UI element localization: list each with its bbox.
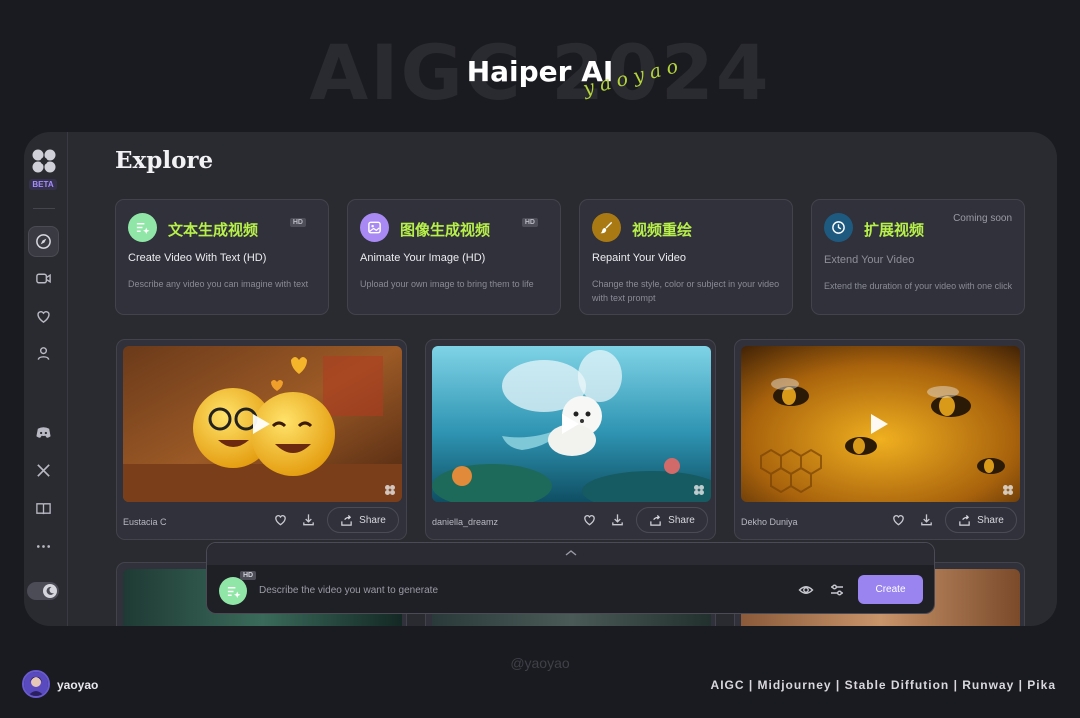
like-heart-icon[interactable] [273, 512, 288, 527]
prompt-input[interactable] [259, 579, 779, 601]
share-icon [650, 514, 661, 526]
chevron-up-icon[interactable] [565, 549, 577, 557]
video-author[interactable]: Eustacia C [123, 517, 167, 527]
sidebar-item-profile[interactable] [28, 338, 59, 369]
hd-badge: HD [289, 218, 306, 227]
hd-badge: HD [521, 218, 538, 227]
sidebar-divider [33, 208, 55, 209]
clock-icon [832, 221, 845, 234]
theme-knob [43, 584, 57, 598]
feature-title-cn: 图像生成视频 [400, 221, 491, 239]
like-heart-icon[interactable] [891, 512, 906, 527]
download-icon[interactable] [301, 512, 316, 527]
share-button[interactable]: Share [945, 507, 1017, 533]
image-icon [368, 221, 381, 234]
feature-icon [824, 213, 853, 242]
settings-sliders-icon[interactable] [829, 582, 845, 598]
play-icon[interactable] [871, 414, 888, 434]
sidebar-item-more[interactable] [28, 531, 59, 562]
tags-line: AIGC | Midjourney | Stable Diffution | R… [710, 678, 1056, 692]
page-title: Explore [115, 147, 214, 174]
feature-icon [360, 213, 389, 242]
text-sparkle-icon [227, 586, 241, 598]
text-to-video-mode-button[interactable] [219, 577, 247, 605]
like-heart-icon[interactable] [582, 512, 597, 527]
video-author[interactable]: Dekho Duniya [741, 517, 798, 527]
video-thumbnail[interactable] [432, 346, 711, 502]
feature-title-cn: 文本生成视频 [168, 221, 259, 239]
video-thumbnail[interactable] [741, 346, 1020, 502]
feature-card-extend-video[interactable]: 扩展视频 Coming soon Extend Your Video Exten… [811, 199, 1025, 315]
video-card[interactable]: daniella_dreamz Share [425, 339, 716, 540]
feature-description: Upload your own image to bring them to l… [360, 279, 534, 289]
haiper-logo-icon[interactable] [31, 148, 57, 174]
sidebar-item-favorites[interactable] [28, 301, 59, 332]
app-window: BETA Explore 文本生成视频 HD Create Video With… [24, 132, 1057, 626]
share-button[interactable]: Share [327, 507, 399, 533]
haiper-watermark-icon [694, 485, 704, 495]
feature-title-cn: 扩展视频 [864, 221, 925, 239]
video-card[interactable]: Eustacia C Share [116, 339, 407, 540]
share-label: Share [359, 514, 386, 526]
haiper-watermark-icon [385, 485, 395, 495]
feature-description: Describe any video you can imagine with … [128, 279, 309, 289]
heart-icon [37, 310, 50, 324]
share-icon [959, 514, 970, 526]
video-card[interactable]: Dekho Duniya Share [734, 339, 1025, 540]
create-button[interactable]: Create [858, 575, 923, 604]
sidebar-item-explore[interactable] [28, 226, 59, 257]
more-icon [36, 545, 51, 548]
video-thumbnail[interactable] [123, 346, 402, 502]
sidebar-item-docs[interactable] [28, 493, 59, 524]
moon-icon [46, 586, 54, 595]
share-label: Share [668, 514, 695, 526]
author-name: yaoyao [57, 678, 99, 692]
hd-badge: HD [240, 571, 257, 580]
sidebar-item-videos[interactable] [28, 263, 59, 294]
sidebar: BETA [24, 132, 68, 626]
feature-title-en: Extend Your Video [824, 254, 915, 266]
eye-icon[interactable] [798, 582, 814, 598]
feature-description: Extend the duration of your video with o… [824, 281, 1013, 291]
x-logo-icon [37, 464, 50, 477]
poster-title: Haiper AI [466, 55, 614, 88]
beta-badge: BETA [29, 179, 57, 190]
feature-icon [128, 213, 157, 242]
feature-card-repaint-video[interactable]: 视频重绘 Repaint Your Video Change the style… [579, 199, 793, 315]
video-author[interactable]: daniella_dreamz [432, 517, 498, 527]
theme-toggle[interactable] [27, 582, 59, 600]
book-icon [36, 503, 51, 515]
feature-title-cn: 视频重绘 [632, 221, 693, 239]
play-icon[interactable] [562, 414, 579, 434]
sidebar-item-discord[interactable] [28, 417, 59, 448]
feature-description: Change the style, color or subject in yo… [592, 279, 780, 303]
brush-icon [600, 221, 613, 234]
feature-title-en: Animate Your Image (HD) [360, 252, 486, 264]
avatar-image [24, 672, 48, 696]
haiper-watermark-icon [1003, 485, 1013, 495]
avatar [22, 670, 50, 698]
sidebar-item-x[interactable] [28, 455, 59, 486]
discord-icon [36, 427, 51, 438]
share-label: Share [977, 514, 1004, 526]
feature-icon [592, 213, 621, 242]
coming-soon-badge: Coming soon [953, 213, 1012, 224]
video-camera-icon [36, 273, 51, 284]
footer-handle: @yaoyao [510, 655, 570, 671]
feature-title-en: Repaint Your Video [592, 252, 686, 264]
download-icon[interactable] [919, 512, 934, 527]
feature-card-image-to-video[interactable]: 图像生成视频 HD Animate Your Image (HD) Upload… [347, 199, 561, 315]
download-icon[interactable] [610, 512, 625, 527]
play-icon[interactable] [253, 414, 270, 434]
text-sparkle-icon [136, 223, 150, 235]
compass-icon [36, 234, 51, 249]
feature-card-text-to-video[interactable]: 文本生成视频 HD Create Video With Text (HD) De… [115, 199, 329, 315]
user-icon [37, 347, 50, 360]
share-icon [341, 514, 352, 526]
prompt-bar: HD Create [206, 542, 935, 614]
share-button[interactable]: Share [636, 507, 708, 533]
feature-title-en: Create Video With Text (HD) [128, 252, 267, 264]
